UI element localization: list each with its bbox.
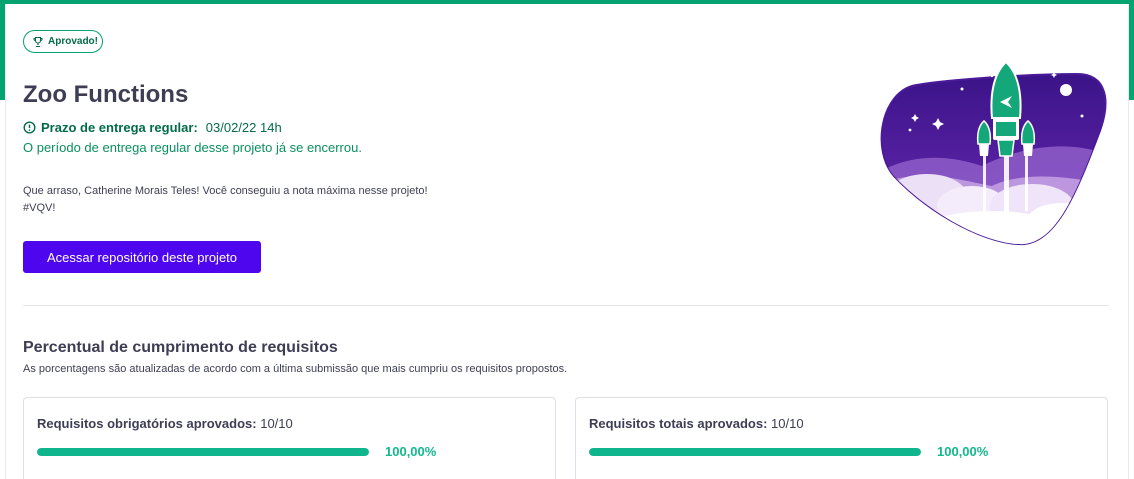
deadline-label: Prazo de entrega regular:	[41, 120, 198, 135]
mandatory-requirements-card: Requisitos obrigatórios aprovados: 10/10…	[23, 397, 556, 479]
congrats-line: Que arraso, Catherine Morais Teles! Você…	[23, 185, 428, 197]
requirements-subtitle: As porcentagens são atualizadas de acord…	[23, 363, 568, 375]
approved-badge: Aprovado!	[23, 30, 103, 53]
right-accent-rail	[1129, 0, 1134, 100]
requirements-title: Percentual de cumprimento de requisitos	[23, 339, 338, 356]
deadline-row: Prazo de entrega regular: 03/02/22 14h	[23, 120, 282, 135]
mandatory-requirements-percent: 100,00%	[385, 444, 437, 459]
total-requirements-percent: 100,00%	[937, 444, 989, 459]
mandatory-requirements-count: 10/10	[260, 416, 293, 431]
total-requirements-label: Requisitos totais aprovados: 10/10	[589, 416, 804, 431]
mandatory-requirements-label: Requisitos obrigatórios aprovados: 10/10	[37, 416, 293, 431]
section-divider	[23, 305, 1109, 306]
congrats-hashtag: #VQV!	[23, 202, 56, 214]
total-requirements-count: 10/10	[771, 416, 804, 431]
project-title: Zoo Functions	[23, 81, 189, 108]
approved-badge-label: Aprovado!	[48, 36, 98, 47]
total-requirements-card: Requisitos totais aprovados: 10/10 100,0…	[575, 397, 1108, 479]
mandatory-requirements-progress-fill	[37, 448, 369, 456]
total-requirements-progress-fill	[589, 448, 921, 456]
alert-circle-icon	[23, 121, 36, 134]
rocket-illustration	[880, 60, 1107, 246]
congrats-message: Que arraso, Catherine Morais Teles! Você…	[23, 183, 463, 217]
total-requirements-progress-track	[589, 448, 921, 456]
mandatory-requirements-label-text: Requisitos obrigatórios aprovados:	[37, 416, 257, 431]
trophy-icon	[32, 36, 44, 48]
access-repository-button[interactable]: Acessar repositório deste projeto	[23, 241, 261, 273]
total-requirements-label-text: Requisitos totais aprovados:	[589, 416, 768, 431]
deadline-closed-note: O período de entrega regular desse proje…	[23, 140, 362, 155]
mandatory-requirements-progress-track	[37, 448, 369, 456]
deadline-value: 03/02/22 14h	[205, 120, 282, 135]
